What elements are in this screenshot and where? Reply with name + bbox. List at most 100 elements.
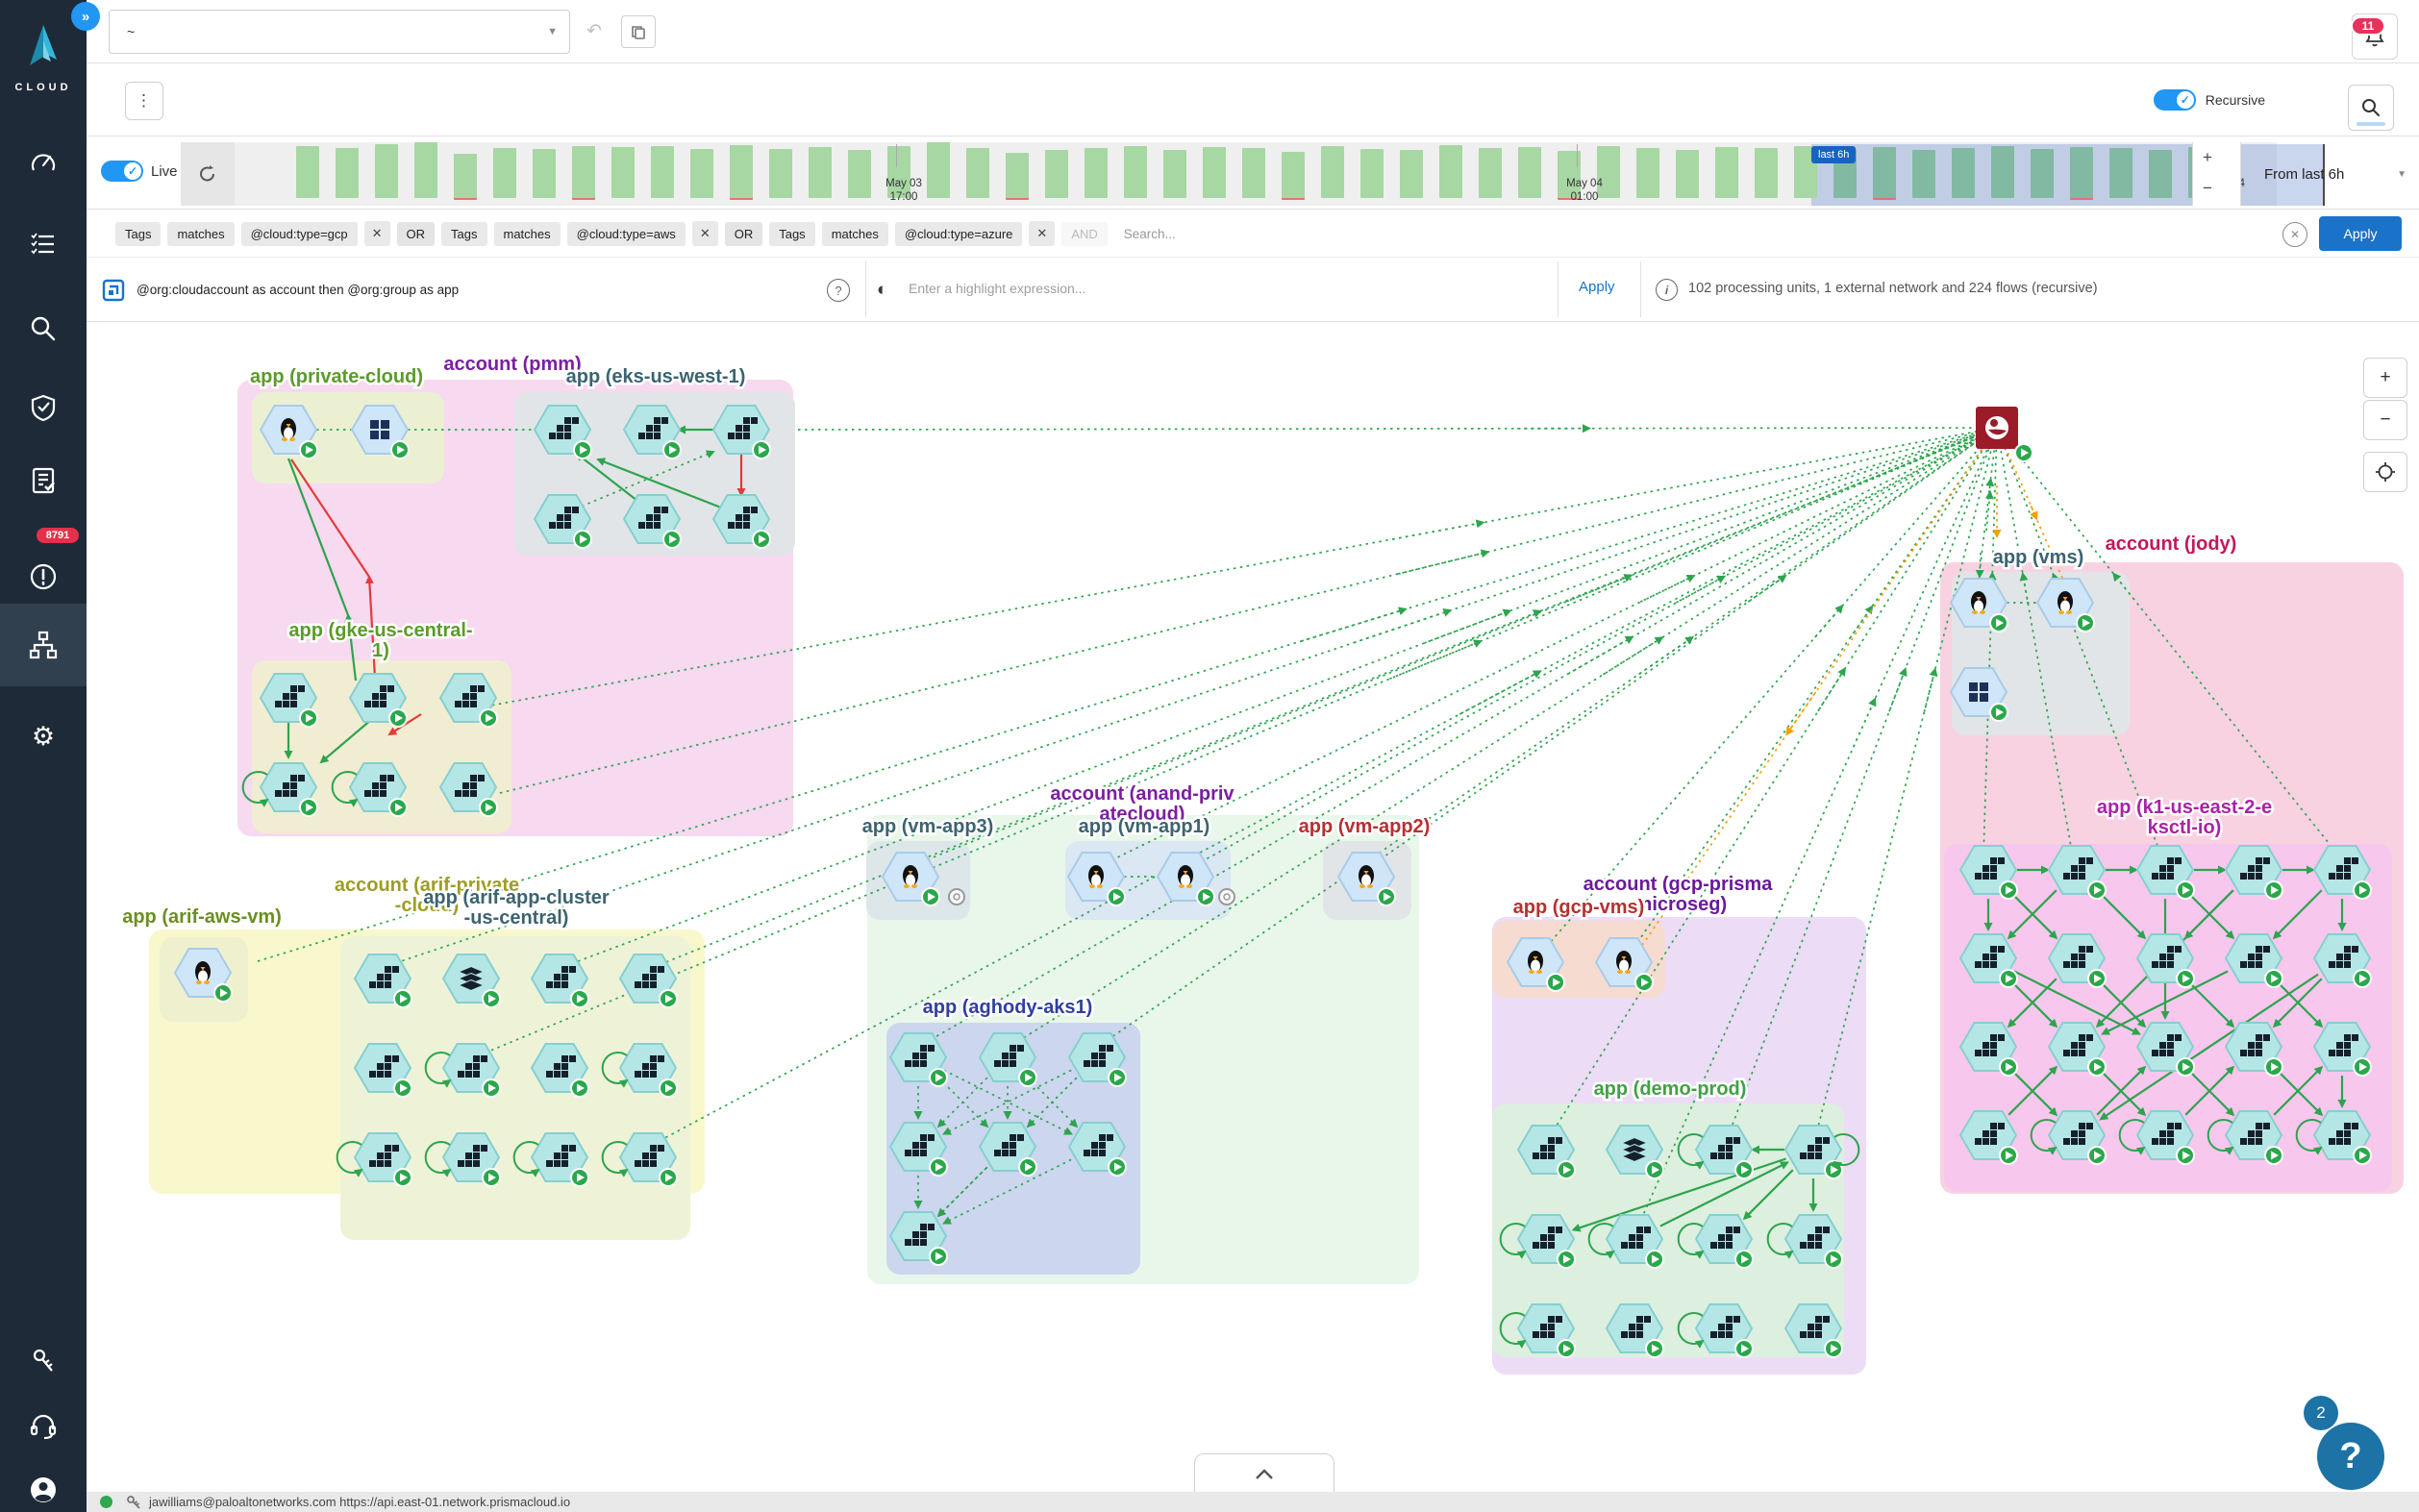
- workspace-combobox[interactable]: ~ ▼: [109, 10, 570, 54]
- sidebar-item-support[interactable]: [0, 1400, 87, 1453]
- panel-collapse-button[interactable]: [1194, 1453, 1334, 1495]
- filter-operator-faded: AND: [1061, 222, 1107, 246]
- timeline-date-label: May 0317:00: [870, 177, 937, 204]
- live-toggle[interactable]: ✓: [101, 161, 143, 182]
- filter-search-input[interactable]: Search...: [1124, 227, 1176, 241]
- filter-operator-chip[interactable]: OR: [725, 222, 763, 246]
- expression-apply-link[interactable]: Apply: [1579, 279, 1615, 295]
- connection-status-icon: [100, 1496, 112, 1508]
- filter-chip[interactable]: matches: [494, 222, 561, 246]
- timeline-bar: [1242, 148, 1265, 198]
- group-label: app (arif-app-cluster: [423, 887, 610, 908]
- copy-button[interactable]: [621, 15, 656, 48]
- graph-node-dot[interactable]: [949, 889, 964, 905]
- headset-icon: [29, 1412, 58, 1441]
- timeline-date-label: May 0401:00: [1551, 177, 1618, 204]
- help-button[interactable]: ?: [2317, 1423, 2384, 1490]
- filter-operator-chip[interactable]: OR: [397, 222, 436, 246]
- sidebar-item-reports[interactable]: [0, 454, 87, 508]
- highlight-expression-input[interactable]: Enter a highlight expression...: [909, 281, 1085, 296]
- sidebar-item-network[interactable]: [0, 618, 87, 672]
- time-range-dropdown[interactable]: From last 6h ▼: [2240, 142, 2419, 206]
- divider: [865, 261, 866, 317]
- filter-chips: Tagsmatches@cloud:type=gcp✕ORTagsmatches…: [115, 217, 2294, 250]
- filter-chip[interactable]: matches: [822, 222, 888, 246]
- prisma-cloud-logo: CLOUD: [0, 21, 87, 93]
- filter-chip-remove[interactable]: ✕: [364, 221, 390, 246]
- chevron-down-icon: ▼: [547, 26, 558, 37]
- timeline-zoom-in-button[interactable]: +: [2193, 145, 2222, 170]
- notifications-button[interactable]: 11: [2352, 13, 2398, 60]
- filter-chip[interactable]: Tags: [115, 222, 161, 246]
- toggle-check-icon: ✓: [2177, 91, 2194, 109]
- sidebar-item-profile[interactable]: [0, 1463, 87, 1512]
- timeline-zoom-out-button[interactable]: −: [2193, 176, 2222, 201]
- highlight-toggle-icon[interactable]: ◐: [877, 281, 887, 299]
- graph-node-dot[interactable]: [1219, 889, 1234, 905]
- timeline-bar: [454, 154, 477, 198]
- timeline-bar: [966, 148, 989, 198]
- gear-icon: ⚙: [32, 722, 55, 752]
- filter-chip[interactable]: @cloud:type=gcp: [241, 222, 358, 246]
- undo-icon[interactable]: ↶: [581, 17, 608, 44]
- search-icon: [29, 314, 58, 343]
- timeline-histogram[interactable]: last 6h May 0317:00May 0401:00May 0409:0…: [235, 142, 2277, 206]
- timeline-bar: [1282, 152, 1305, 198]
- filter-chip[interactable]: Tags: [441, 222, 486, 246]
- group-label: app (k1-us-east-2-e: [2097, 797, 2272, 818]
- status-user-url: jawilliams@paloaltonetworks.com https://…: [149, 1495, 570, 1509]
- timeline-bar: [730, 145, 753, 198]
- timeline-bar: [1006, 153, 1029, 198]
- group-label: app (gke-us-central-: [288, 620, 472, 641]
- canvas-zoom-out-button[interactable]: −: [2363, 400, 2407, 440]
- sidebar-item-keys[interactable]: [0, 1334, 87, 1388]
- group-label: app (private-cloud): [250, 366, 423, 387]
- chevron-down-icon: ▼: [2397, 169, 2407, 180]
- canvas-fit-button[interactable]: [2363, 452, 2407, 492]
- expression-bar: @org:cloudaccount as account then @org:g…: [87, 258, 2419, 322]
- sidebar-item-compliance[interactable]: [0, 381, 87, 434]
- more-options-button[interactable]: ⋮: [125, 82, 163, 120]
- sidebar-item-settings[interactable]: ⚙: [0, 709, 87, 763]
- filter-apply-button[interactable]: Apply: [2319, 216, 2402, 251]
- live-label: Live: [151, 163, 178, 180]
- sidebar-item-inventory[interactable]: [0, 217, 87, 271]
- timeline-bar: [2109, 148, 2132, 198]
- refresh-icon: [198, 164, 217, 184]
- timeline-bar: [690, 149, 713, 198]
- logo-text: CLOUD: [0, 82, 87, 93]
- clear-filters-icon[interactable]: ✕: [2282, 222, 2307, 247]
- timeline-last6h-tag: last 6h: [1811, 146, 1856, 163]
- timeline-bar: [848, 150, 871, 198]
- refresh-button[interactable]: [181, 142, 235, 206]
- key-icon: [126, 1495, 141, 1510]
- alerts-count-badge: 8791: [37, 528, 79, 543]
- graph-node-ext[interactable]: [1976, 407, 2032, 461]
- report-icon: [29, 466, 58, 495]
- recursive-toggle[interactable]: ✓: [2154, 89, 2196, 111]
- sidebar: CLOUD 8791 ⚙: [0, 0, 87, 1512]
- group-label: app (arif-aws-vm): [122, 906, 282, 928]
- shield-check-icon: [29, 393, 58, 422]
- filter-chip[interactable]: @cloud:type=azure: [895, 222, 1023, 246]
- sidebar-item-alerts[interactable]: [0, 550, 87, 604]
- prisma-cloud-network-page: { "logo": {"text": "CLOUD"}, "sidebar": …: [0, 0, 2419, 1512]
- filter-chip-remove[interactable]: ✕: [1029, 221, 1055, 246]
- timeline-bar: [651, 146, 674, 198]
- expression-input[interactable]: @org:cloudaccount as account then @org:g…: [137, 283, 459, 297]
- timeline-bar: [1479, 148, 1502, 198]
- filter-chip[interactable]: Tags: [769, 222, 814, 246]
- expression-help-icon[interactable]: ?: [827, 279, 850, 302]
- timeline-gridline: [1577, 144, 1578, 167]
- crosshair-icon: [2375, 461, 2396, 483]
- status-bar: jawilliams@paloaltonetworks.com https://…: [87, 1492, 2419, 1512]
- filter-chip[interactable]: @cloud:type=aws: [567, 222, 686, 246]
- filter-chip[interactable]: matches: [167, 222, 234, 246]
- canvas-zoom-in-button[interactable]: +: [2363, 358, 2407, 398]
- graph-canvas[interactable]: account (pmm)account (jody)account (anan…: [87, 322, 2419, 1492]
- graph-search-button[interactable]: [2348, 85, 2394, 131]
- sidebar-expand-button[interactable]: »: [71, 2, 100, 31]
- sidebar-item-search[interactable]: [0, 302, 87, 356]
- filter-chip-remove[interactable]: ✕: [692, 221, 718, 246]
- sidebar-item-dashboard[interactable]: [0, 136, 87, 190]
